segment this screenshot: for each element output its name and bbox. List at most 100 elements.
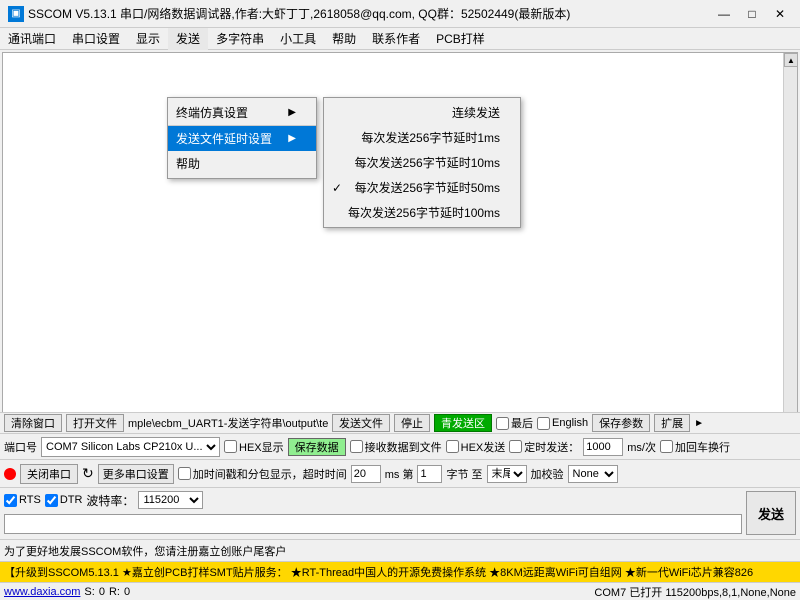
checkmark-3 — [332, 156, 348, 170]
timed-send-label: 定时发送： — [509, 439, 579, 455]
port-settings-bar: 端口号 COM7 Silicon Labs CP210x U... HEX显示 … — [0, 434, 800, 460]
english-checkbox-label: English — [537, 417, 588, 430]
menu-delay-10ms[interactable]: 每次发送256字节延时10ms — [324, 150, 520, 175]
send-input[interactable] — [4, 514, 742, 534]
save-data-button[interactable]: 保存数据 — [288, 438, 346, 456]
status-bar: www.daxia.com S: 0 R: 0 COM7 已打开 115200b… — [0, 582, 800, 600]
more-ports-button[interactable]: 更多串口设置 — [98, 464, 174, 484]
expand-button[interactable]: 扩展 — [654, 414, 690, 432]
ms-label: ms/次 — [627, 439, 656, 455]
vertical-scrollbar[interactable]: ▲ ▼ — [783, 53, 797, 441]
last-checkbox[interactable] — [496, 417, 509, 430]
menu-help-item[interactable]: 帮助 — [168, 151, 316, 176]
website-url[interactable]: www.daxia.com — [4, 586, 80, 598]
open-file-button[interactable]: 打开文件 — [66, 414, 124, 432]
sscom-ad-text: 为了更好地发展SSCOM软件，您请注册嘉立创账户尾客户 — [4, 543, 286, 559]
hex-send-checkbox[interactable] — [446, 440, 459, 453]
last-checkbox-label: 最后 — [496, 415, 533, 431]
verify-select[interactable]: None — [568, 465, 618, 483]
hex-display-label: HEX显示 — [224, 439, 284, 455]
add-return-label: 加回车换行 — [660, 439, 730, 455]
app-title: SSCOM V5.13.1 串口/网络数据调试器,作者:大虾丁丁,2618058… — [28, 5, 712, 22]
menu-display[interactable]: 显示 — [128, 28, 168, 50]
menu-communications[interactable]: 通讯端口 — [0, 28, 64, 50]
dtr-label: DTR — [45, 494, 83, 507]
receive-to-file-label: 接收数据到文件 — [350, 439, 442, 455]
menu-terminal-sim[interactable]: 终端仿真设置 ▶ — [168, 100, 316, 126]
baud-label: 波特率： — [86, 492, 134, 509]
s-label: S: — [84, 586, 94, 598]
add-time-label: 加时间戳和分包显示，超时时间 — [178, 466, 347, 482]
send-file-button[interactable]: 发送文件 — [332, 414, 390, 432]
baud-select[interactable]: 115200 — [138, 491, 203, 509]
menu-send[interactable]: 发送 — [168, 28, 208, 50]
stop-button[interactable]: 停止 — [394, 414, 430, 432]
com-status-text: COM7 已打开 115200bps,8,1,None,None — [594, 584, 796, 600]
upgrade-text: 【升级到SSCOM5.13.1 ★嘉立创PCB打样SMT贴片服务： ★RT-Th… — [4, 564, 753, 580]
verify-label: 加校验 — [531, 466, 564, 482]
close-port-button[interactable]: 关闭串口 — [20, 464, 78, 484]
scroll-track[interactable] — [784, 67, 797, 427]
minimize-button[interactable]: — — [712, 4, 736, 24]
app-icon: ▣ — [8, 6, 24, 22]
menu-tools[interactable]: 小工具 — [272, 28, 324, 50]
checkmark-1 — [332, 106, 348, 120]
s-value: 0 — [99, 586, 105, 598]
menu-delay-100ms[interactable]: 每次发送256字节延时100ms — [324, 200, 520, 225]
file-path-text: mple\ecbm_UART1-发送字符串\output\test.bin — [128, 415, 328, 431]
add-return-checkbox[interactable] — [660, 440, 673, 453]
port-select[interactable]: COM7 Silicon Labs CP210x U... — [41, 437, 220, 457]
clear-window-button[interactable]: 清除窗口 — [4, 414, 62, 432]
menu-help[interactable]: 帮助 — [324, 28, 364, 50]
port-label: 端口号 — [4, 439, 37, 455]
hex-send-label: HEX发送 — [446, 439, 506, 455]
menu-pcb[interactable]: PCB打样 — [428, 28, 493, 50]
save-params-button[interactable]: 保存参数 — [592, 414, 650, 432]
expand-icon: ► — [694, 418, 704, 429]
delay-settings-menu: 连续发送 每次发送256字节延时1ms 每次发送256字节延时10ms ✓ 每次… — [323, 97, 521, 228]
add-time-checkbox[interactable] — [178, 467, 191, 480]
port-settings-bar-2: 关闭串口 ↻ 更多串口设置 加时间戳和分包显示，超时时间 20 ms 第 1 字… — [0, 460, 800, 488]
ticker-bar: 【升级到SSCOM5.13.1 ★嘉立创PCB打样SMT贴片服务： ★RT-Th… — [0, 562, 800, 582]
maximize-button[interactable]: □ — [740, 4, 764, 24]
send-area-button[interactable]: 青发送区 — [434, 414, 492, 432]
ms2-label: ms 第 — [385, 466, 414, 482]
menu-delay-1ms[interactable]: 每次发送256字节延时1ms — [324, 125, 520, 150]
english-checkbox[interactable] — [537, 417, 550, 430]
hex-display-checkbox[interactable] — [224, 440, 237, 453]
send-button[interactable]: 发送 — [746, 491, 796, 535]
byte-start-input[interactable]: 1 — [417, 465, 442, 483]
close-button[interactable]: ✕ — [768, 4, 792, 24]
send-menu: 终端仿真设置 ▶ 发送文件延时设置 ▶ 帮助 — [167, 97, 317, 179]
checkmark-5 — [332, 206, 348, 220]
checkmark-4: ✓ — [332, 181, 348, 195]
bottom-section: 清除窗口 打开文件 mple\ecbm_UART1-发送字符串\output\t… — [0, 412, 800, 600]
dtr-checkbox[interactable] — [45, 494, 58, 507]
checkmark-2 — [332, 131, 348, 145]
window-controls: — □ ✕ — [712, 4, 792, 24]
menu-bar: 通讯端口 串口设置 显示 发送 多字符串 小工具 帮助 联系作者 PCB打样 — [0, 28, 800, 50]
dropdown-overlay: 终端仿真设置 ▶ 发送文件延时设置 ▶ 帮助 连续发送 每次发送256字节延时1… — [3, 53, 797, 441]
port-status-indicator — [4, 468, 16, 480]
menu-delay-50ms[interactable]: ✓ 每次发送256字节延时50ms — [324, 175, 520, 200]
menu-serial-settings[interactable]: 串口设置 — [64, 28, 128, 50]
scroll-up-button[interactable]: ▲ — [784, 53, 798, 67]
r-value: 0 — [124, 586, 130, 598]
menu-contact[interactable]: 联系作者 — [364, 28, 428, 50]
main-content: ▲ ▼ 终端仿真设置 ▶ 发送文件延时设置 ▶ 帮助 连续发送 — [2, 52, 798, 442]
r-label: R: — [109, 586, 120, 598]
rts-label: RTS — [4, 494, 41, 507]
timed-send-checkbox[interactable] — [509, 440, 522, 453]
menu-multistring[interactable]: 多字符串 — [208, 28, 272, 50]
menu-continuous-send[interactable]: 连续发送 — [324, 100, 520, 125]
receive-to-file-checkbox[interactable] — [350, 440, 363, 453]
byte-end-select[interactable]: 末尾 — [487, 465, 527, 483]
title-bar: ▣ SSCOM V5.13.1 串口/网络数据调试器,作者:大虾丁丁,26180… — [0, 0, 800, 28]
byte-unit-label: 字节 至 — [446, 466, 482, 482]
refresh-icon[interactable]: ↻ — [82, 465, 94, 482]
timeout-input[interactable]: 20 — [351, 465, 381, 483]
arrow-icon-2: ▶ — [288, 133, 296, 144]
timed-value-input[interactable]: 1000 — [583, 438, 623, 456]
menu-send-file-delay[interactable]: 发送文件延时设置 ▶ — [168, 126, 316, 151]
rts-checkbox[interactable] — [4, 494, 17, 507]
